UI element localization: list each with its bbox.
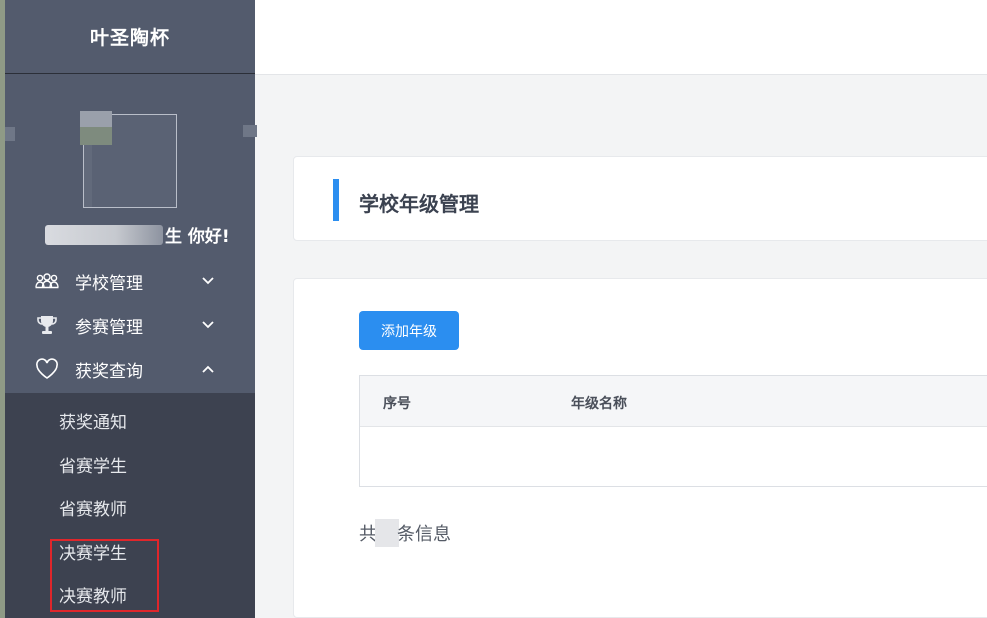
submenu-item-final-students[interactable]: 决赛学生 — [5, 530, 255, 574]
column-header-grade-name: 年级名称 — [571, 396, 627, 412]
table-body — [360, 427, 987, 486]
sidebar-item-school-management[interactable]: 学校管理 — [5, 259, 255, 303]
page-title: 学校年级管理 — [359, 192, 479, 216]
add-grade-button[interactable]: 添加年级 — [359, 311, 459, 350]
submenu-item-award-notice[interactable]: 获奖通知 — [5, 399, 255, 443]
sidebar-item-label: 参赛管理 — [75, 317, 143, 338]
greeting-text: 生 你好! — [165, 227, 230, 247]
chevron-up-icon — [201, 362, 215, 376]
page-title-card: 学校年级管理 — [293, 156, 987, 241]
sidebar-item-competition-management[interactable]: 参赛管理 — [5, 303, 255, 347]
trophy-icon — [35, 313, 59, 337]
avatar-decoration — [5, 127, 15, 141]
table-header: 序号 年级名称 — [360, 376, 987, 427]
sidebar: 叶圣陶杯 生 你好! 学校管理 参赛管理 获奖查询 获奖通知 省赛学生 省赛教师… — [5, 0, 257, 618]
record-count-suffix: 条信息 — [397, 524, 451, 545]
content-card: 添加年级 序号 年级名称 共 条信息 — [293, 278, 987, 618]
record-count: 共 条信息 — [359, 519, 451, 547]
submenu-item-final-teachers[interactable]: 决赛教师 — [5, 573, 255, 617]
users-icon — [35, 269, 59, 293]
heart-icon — [35, 357, 59, 381]
user-panel: 生 你好! — [5, 74, 257, 254]
user-greeting: 生 你好! — [45, 222, 230, 247]
avatar-decoration — [243, 125, 257, 137]
top-header — [255, 0, 987, 75]
sidebar-item-label: 获奖查询 — [75, 361, 143, 382]
column-header-index: 序号 — [383, 396, 411, 412]
chevron-down-icon — [201, 318, 215, 332]
title-accent-bar — [333, 179, 339, 221]
grade-table: 序号 年级名称 — [359, 375, 987, 487]
username-redacted — [45, 224, 163, 245]
avatar-pixel — [80, 127, 112, 145]
sidebar-menu: 学校管理 参赛管理 获奖查询 — [5, 259, 255, 391]
sidebar-item-label: 学校管理 — [75, 273, 143, 294]
award-submenu: 获奖通知 省赛学生 省赛教师 决赛学生 决赛教师 — [5, 393, 255, 618]
record-count-redacted — [375, 519, 399, 547]
brand-title: 叶圣陶杯 — [5, 0, 255, 74]
chevron-down-icon — [201, 274, 215, 288]
avatar[interactable] — [80, 111, 177, 208]
submenu-item-provincial-teachers[interactable]: 省赛教师 — [5, 486, 255, 530]
submenu-item-provincial-students[interactable]: 省赛学生 — [5, 443, 255, 487]
sidebar-item-award-query[interactable]: 获奖查询 — [5, 347, 255, 391]
avatar-pixel — [84, 145, 92, 207]
